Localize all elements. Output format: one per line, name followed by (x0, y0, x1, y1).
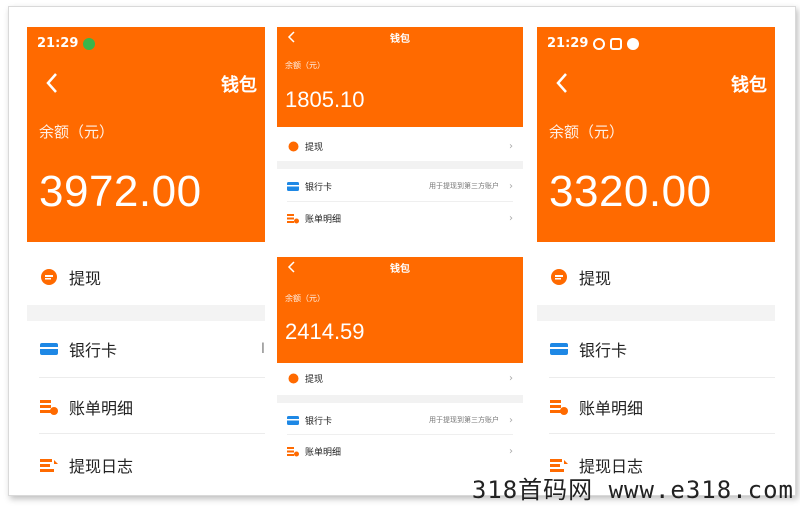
divider (549, 377, 775, 378)
bill-label: 账单明细 (69, 399, 134, 418)
nfc-icon (610, 37, 623, 50)
balance-label: 余额（元） (549, 123, 625, 141)
withdraw-icon (287, 140, 299, 152)
chevron-right-icon: › (509, 212, 513, 224)
section-separator (27, 305, 265, 321)
bank-card-row[interactable]: 银行卡 (549, 329, 775, 369)
screenshot-collage: 21:29 钱包 余额（元） 3972.00 提现 银行卡 Ⅰ 账单明细 提现日… (8, 6, 796, 496)
divider (287, 201, 513, 202)
withdraw-row[interactable]: 提现 › (287, 367, 513, 389)
balance-label: 余额（元） (39, 123, 115, 141)
wallet-screen-left: 21:29 钱包 余额（元） 3972.00 提现 银行卡 Ⅰ 账单明细 提现日… (27, 27, 265, 492)
back-arrow-icon[interactable] (549, 69, 577, 97)
divider (549, 433, 775, 434)
chevron-right-icon: › (509, 180, 513, 192)
alarm-icon (593, 37, 606, 50)
page-title: 钱包 (390, 264, 410, 275)
wallet-screen-right: 21:29 钱包 余额（元） 3320.00 提现 银行卡 账单明细 提现日志 (537, 27, 775, 492)
bill-detail-row[interactable]: 账单明细 (549, 387, 775, 427)
bank-card-row[interactable]: 银行卡 用于提现到第三方账户 › (287, 175, 513, 197)
bank-card-label: 银行卡 (305, 416, 333, 427)
wallet-header: 钱包 余额（元） 1805.10 (277, 27, 523, 127)
watermark-text: 318首码网 www.e318.com (471, 476, 794, 504)
bank-card-label: 银行卡 (69, 341, 118, 360)
bill-label: 账单明细 (579, 399, 644, 418)
bill-label: 账单明细 (305, 447, 342, 458)
withdraw-row[interactable]: 提现 › (287, 135, 513, 157)
bank-card-icon (287, 414, 299, 426)
bank-card-hint: 用于提现到第三方账户 (429, 182, 499, 190)
chevron-right-icon: › (509, 140, 513, 152)
bill-label: 账单明细 (305, 214, 342, 225)
chevron-right-icon: › (509, 372, 513, 384)
withdraw-log-row[interactable]: 提现日志 (39, 445, 265, 485)
status-time: 21:29 (37, 36, 79, 51)
withdraw-label: 提现 (69, 269, 102, 288)
withdraw-icon (287, 372, 299, 384)
qq-icon (627, 37, 640, 50)
divider (39, 377, 265, 378)
bank-card-icon (39, 339, 59, 359)
balance-amount: 2414.59 (285, 319, 365, 344)
page-title: 钱包 (390, 34, 410, 45)
wechat-icon (83, 37, 96, 50)
withdraw-row[interactable]: 提现 (39, 257, 265, 297)
bill-detail-row[interactable]: 账单明细 › (287, 207, 513, 229)
bank-card-label: 银行卡 (579, 341, 628, 360)
bill-detail-row[interactable]: 账单明细 (39, 387, 265, 427)
withdraw-icon (39, 267, 59, 287)
bill-icon (39, 397, 59, 417)
bill-icon (549, 397, 569, 417)
wallet-header: 21:29 钱包 余额（元） 3320.00 (537, 27, 775, 242)
chevron-right-icon: › (509, 414, 513, 426)
wallet-header: 21:29 钱包 余额（元） 3972.00 (27, 27, 265, 242)
balance-label: 余额（元） (285, 294, 325, 303)
wallet-screen-mid-top: 钱包 余额（元） 1805.10 提现 › 银行卡 用于提现到第三方账户 › 账… (277, 27, 523, 240)
bank-card-icon (549, 339, 569, 359)
bill-icon (287, 445, 299, 457)
chevron-right-icon: › (509, 445, 513, 457)
bill-icon (287, 212, 299, 224)
wallet-screen-mid-bottom: 钱包 余额（元） 2414.59 提现 › 银行卡 用于提现到第三方账户 › 账… (277, 257, 523, 470)
bank-card-icon (287, 180, 299, 192)
balance-amount: 3320.00 (549, 167, 712, 216)
balance-amount: 1805.10 (285, 87, 365, 112)
bank-card-hint: 用于提现到第三方账户 (429, 416, 499, 424)
status-time: 21:29 (547, 36, 589, 51)
balance-label: 余额（元） (285, 61, 325, 70)
withdraw-label: 提现 (305, 374, 324, 385)
withdraw-log-icon (39, 455, 59, 475)
page-title: 钱包 (221, 75, 257, 96)
bank-card-row[interactable]: 银行卡 用于提现到第三方账户 › (287, 409, 513, 431)
truncated-text: Ⅰ (260, 341, 265, 357)
bank-card-row[interactable]: 银行卡 Ⅰ (39, 329, 265, 369)
wallet-header: 钱包 余额（元） 2414.59 (277, 257, 523, 363)
status-bar: 21:29 (547, 36, 640, 51)
withdraw-log-label: 提现日志 (69, 457, 134, 476)
divider (287, 434, 513, 435)
section-separator (537, 305, 775, 321)
bill-detail-row[interactable]: 账单明细 › (287, 440, 513, 462)
divider (39, 433, 265, 434)
bank-card-label: 银行卡 (305, 182, 333, 193)
withdraw-label: 提现 (305, 142, 324, 153)
status-bar: 21:29 (37, 36, 96, 51)
balance-amount: 3972.00 (39, 167, 202, 216)
withdraw-row[interactable]: 提现 (549, 257, 775, 297)
back-arrow-icon[interactable] (39, 69, 67, 97)
withdraw-label: 提现 (579, 269, 612, 288)
section-separator (277, 395, 523, 403)
withdraw-icon (549, 267, 569, 287)
section-separator (277, 161, 523, 169)
page-title: 钱包 (731, 75, 767, 96)
